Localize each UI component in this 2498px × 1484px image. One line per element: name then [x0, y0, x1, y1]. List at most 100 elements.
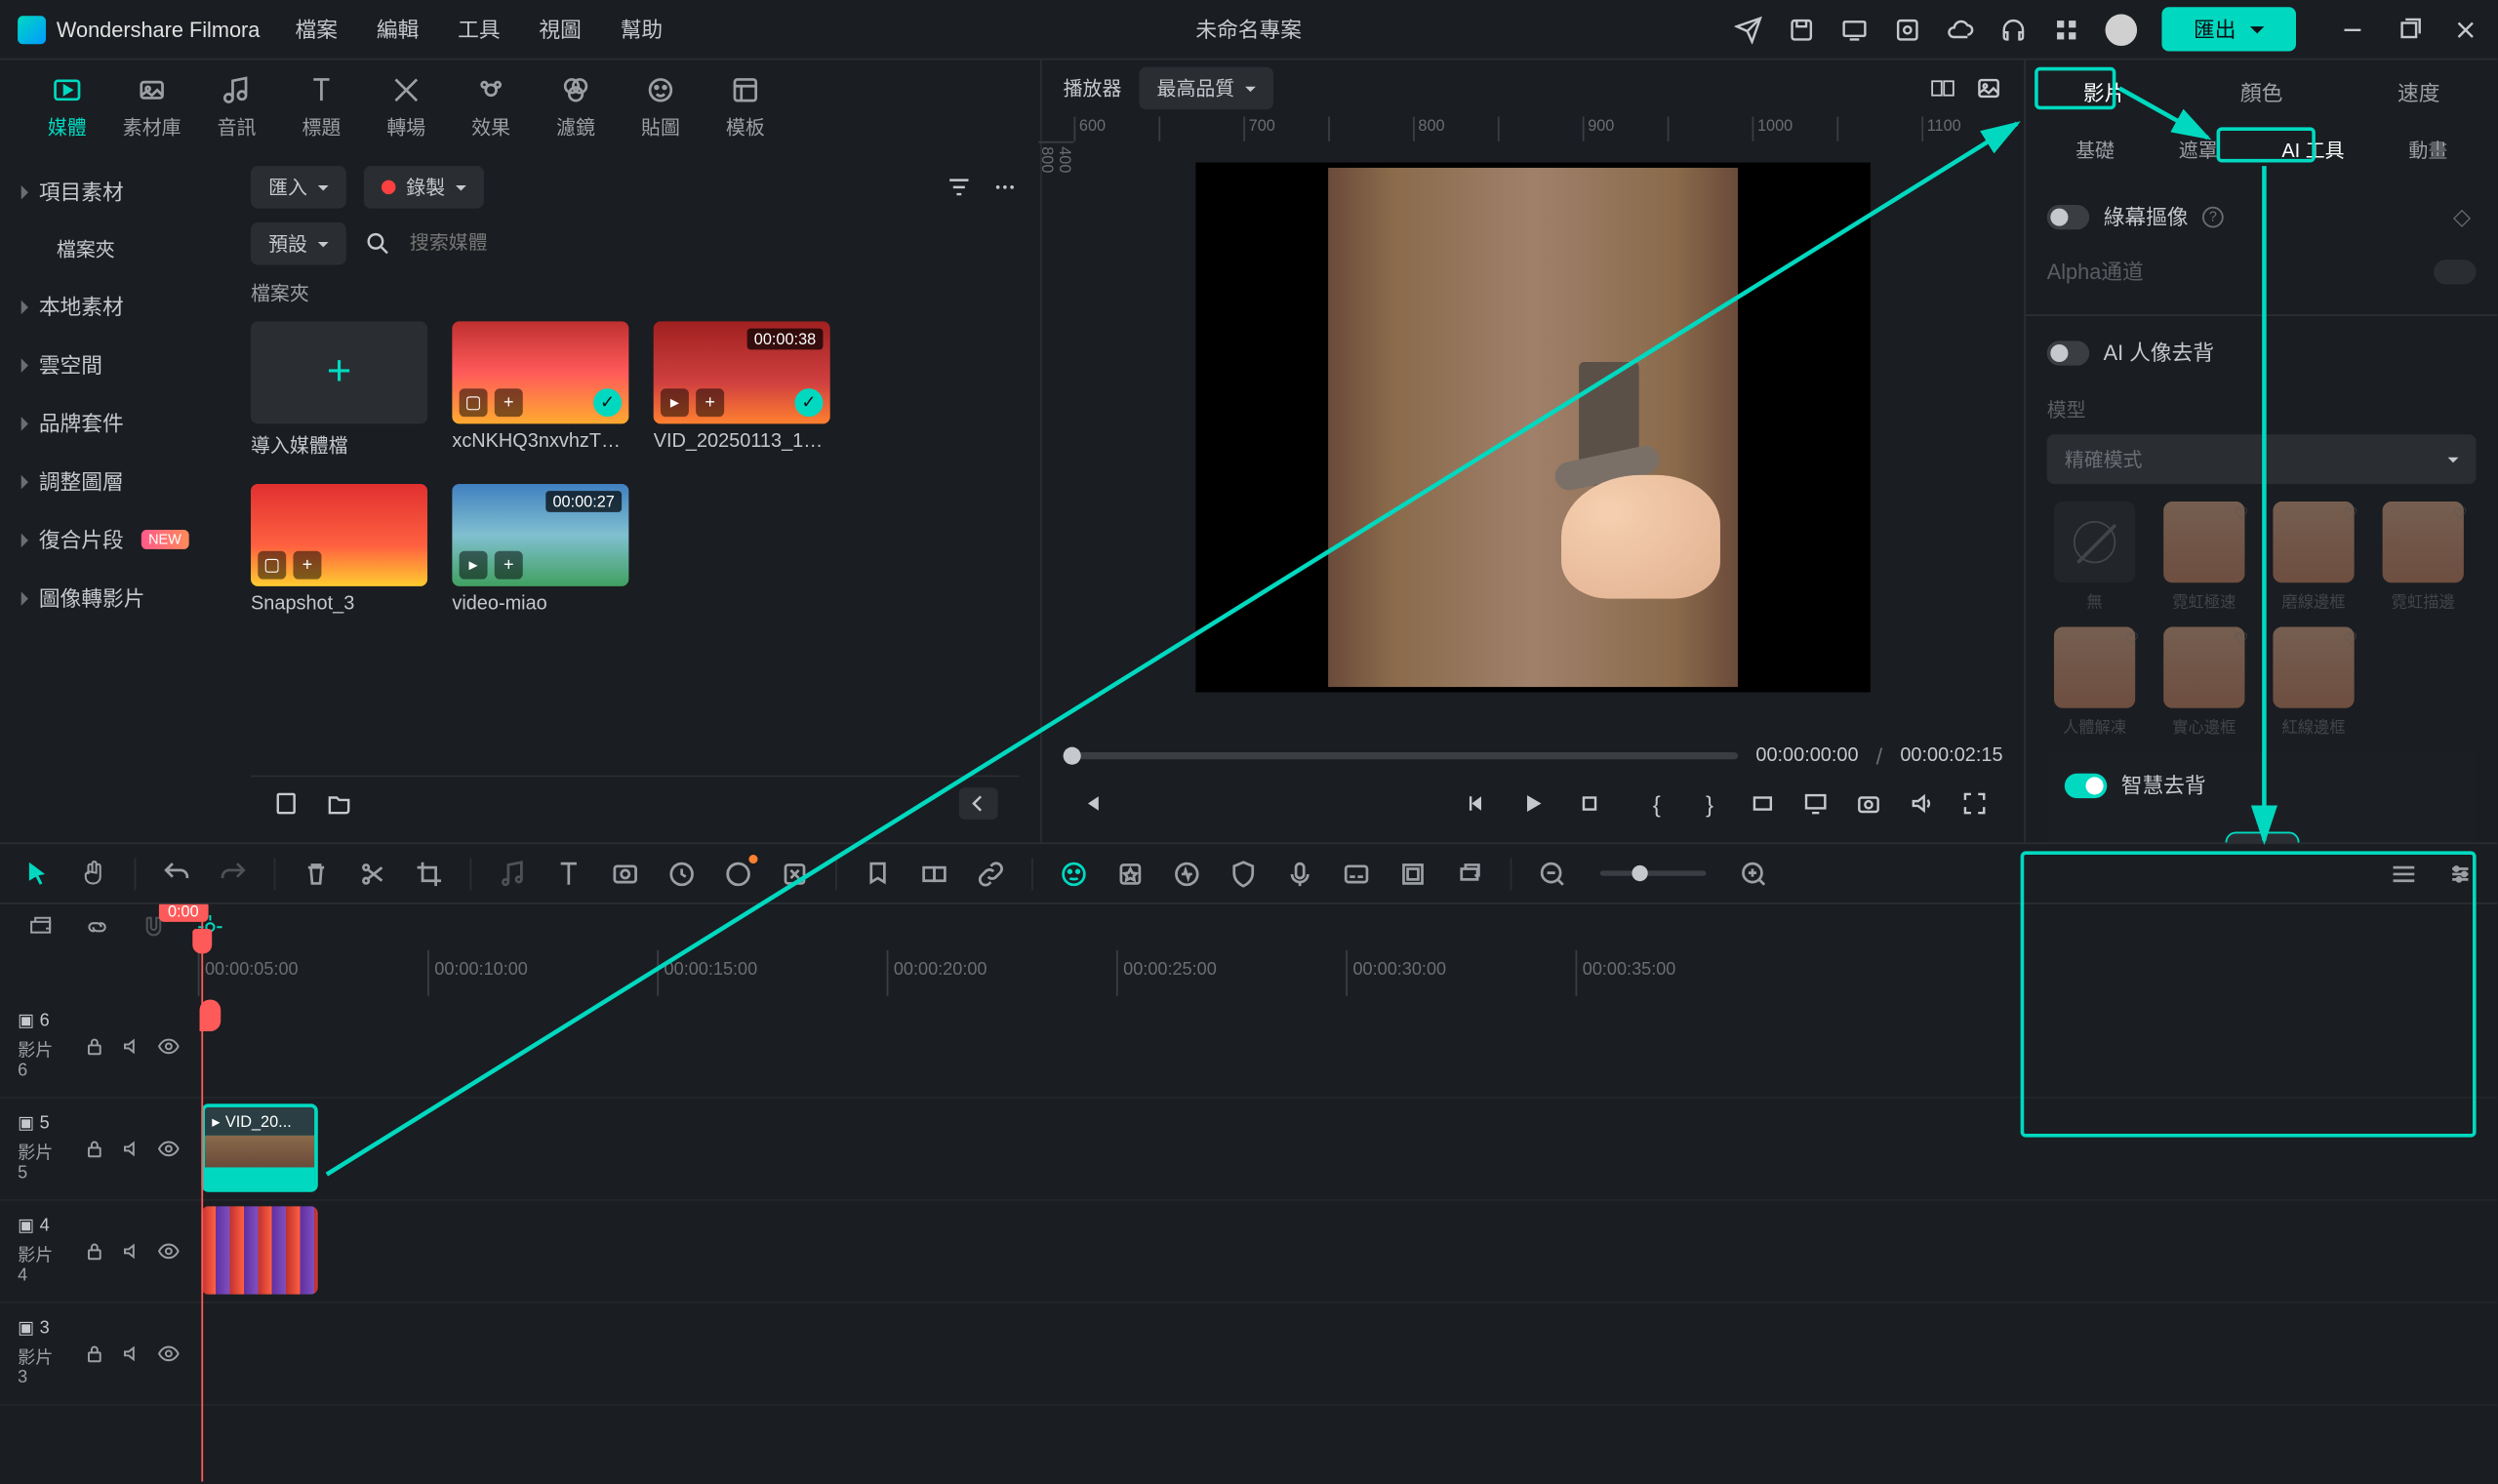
layer-icon[interactable]: [24, 911, 57, 943]
start-cutout-button[interactable]: [2225, 832, 2299, 843]
adjust-tool-icon[interactable]: [779, 858, 811, 890]
filter-icon[interactable]: [945, 173, 973, 201]
zoom-knob[interactable]: [1632, 865, 1647, 881]
sidebar-item-cloud[interactable]: 雲空間: [0, 336, 229, 394]
zoom-slider[interactable]: [1600, 870, 1707, 875]
sidebar-item-folder[interactable]: 檔案夾: [0, 221, 229, 277]
close-icon[interactable]: [2451, 15, 2479, 43]
list-view-icon[interactable]: [2388, 858, 2420, 890]
keyframe-icon[interactable]: ◇: [2448, 202, 2477, 230]
quality-dropdown[interactable]: 最高品質: [1139, 67, 1273, 109]
more-icon[interactable]: [990, 173, 1019, 201]
timeline-clip[interactable]: ▸VID_20...: [201, 1103, 317, 1192]
menu-help[interactable]: 幫助: [621, 14, 663, 44]
ai-audio-icon[interactable]: [1171, 858, 1203, 890]
color-tool-icon[interactable]: [722, 858, 754, 890]
group-tool-icon[interactable]: [918, 858, 950, 890]
green-screen-toggle[interactable]: [2047, 204, 2089, 228]
sidebar-item-adjust[interactable]: 調整圖層: [0, 452, 229, 510]
shield-icon[interactable]: [1228, 858, 1260, 890]
tab-effects[interactable]: 效果: [449, 71, 534, 140]
mic-icon[interactable]: [1284, 858, 1316, 890]
menu-file[interactable]: 檔案: [296, 14, 338, 44]
timeline-clip[interactable]: [201, 1206, 317, 1295]
eye-icon[interactable]: [157, 1035, 181, 1059]
cut-icon[interactable]: [357, 858, 389, 890]
ai-enhance-icon[interactable]: [1114, 858, 1147, 890]
settings-icon[interactable]: [2444, 858, 2477, 890]
sidebar-item-project[interactable]: 項目素材: [0, 163, 229, 221]
media-item[interactable]: 00:00:38▸+✓ VID_20250113_1624...: [654, 321, 830, 459]
brace-right-icon[interactable]: }: [1696, 789, 1724, 818]
snapshot-icon[interactable]: [1855, 789, 1883, 818]
tab-video[interactable]: 影片: [2066, 69, 2144, 113]
add-icon[interactable]: +: [293, 551, 321, 580]
headphone-icon[interactable]: [1999, 15, 2028, 43]
import-dropdown[interactable]: 匯入: [251, 166, 346, 208]
mute-icon[interactable]: [120, 1035, 143, 1059]
media-item[interactable]: ▢+✓ xcNKHQ3nxvhzTpWJ...: [452, 321, 628, 459]
speed-tool-icon[interactable]: [665, 858, 698, 890]
record-dropdown[interactable]: 錄製: [364, 166, 484, 208]
ai-face-icon[interactable]: [1058, 858, 1090, 890]
menu-edit[interactable]: 編輯: [377, 14, 419, 44]
link-tool-icon[interactable]: [975, 858, 1007, 890]
display-icon[interactable]: [1801, 789, 1830, 818]
scrub-knob[interactable]: [1064, 747, 1081, 765]
step-back-icon[interactable]: [1463, 789, 1491, 818]
brace-left-icon[interactable]: {: [1642, 789, 1671, 818]
capture-icon[interactable]: [1893, 15, 1921, 43]
sidebar-item-img2vid[interactable]: 圖像轉影片: [0, 569, 229, 627]
add-icon[interactable]: +: [495, 388, 523, 417]
tab-audio[interactable]: 音訊: [194, 71, 279, 140]
mute-icon[interactable]: [120, 1343, 143, 1366]
delete-icon[interactable]: [301, 858, 333, 890]
maximize-icon[interactable]: [2395, 15, 2423, 43]
preview-canvas[interactable]: [1195, 162, 1870, 692]
device-icon[interactable]: [1840, 15, 1869, 43]
sidebar-item-brand[interactable]: 品牌套件: [0, 394, 229, 453]
export-button[interactable]: 匯出: [2161, 7, 2296, 51]
send-icon[interactable]: [1734, 15, 1762, 43]
tab-media[interactable]: 媒體: [24, 71, 109, 140]
tab-stock[interactable]: 素材庫: [109, 71, 194, 140]
sidebar-item-compound[interactable]: 復合片段NEW: [0, 510, 229, 569]
frame-icon[interactable]: [1397, 858, 1430, 890]
tab-filters[interactable]: 濾鏡: [534, 71, 619, 140]
tab-titles[interactable]: 標題: [279, 71, 364, 140]
file-icon[interactable]: [272, 788, 301, 817]
eye-icon[interactable]: [157, 1138, 181, 1161]
lock-icon[interactable]: [83, 1138, 106, 1161]
subtab-basic[interactable]: 基礎: [2062, 131, 2129, 170]
media-item[interactable]: ▢+ Snapshot_3: [251, 484, 427, 615]
eye-icon[interactable]: [157, 1240, 181, 1263]
add-icon[interactable]: +: [495, 551, 523, 580]
menu-tools[interactable]: 工具: [458, 14, 500, 44]
ai-portrait-toggle[interactable]: [2047, 340, 2089, 364]
subtitle-icon[interactable]: [1341, 858, 1373, 890]
marker-tool-icon[interactable]: [862, 858, 894, 890]
redo-icon[interactable]: [218, 858, 250, 890]
play-icon[interactable]: [1519, 789, 1548, 818]
grid-icon[interactable]: [2052, 15, 2080, 43]
stop-icon[interactable]: [1576, 789, 1604, 818]
subtab-ai-tools[interactable]: AI 工具: [2268, 131, 2358, 170]
minimize-icon[interactable]: [2338, 15, 2366, 43]
crop-icon[interactable]: [414, 858, 446, 890]
image-icon[interactable]: [1975, 74, 2003, 102]
compare-icon[interactable]: [1929, 74, 1957, 102]
timeline-ruler[interactable]: 00:00:05:00 00:00:10:00 00:00:15:00 00:0…: [0, 950, 2497, 996]
sidebar-item-local[interactable]: 本地素材: [0, 277, 229, 336]
cloud-icon[interactable]: [1947, 15, 1975, 43]
import-media-tile[interactable]: + 導入媒體檔: [251, 321, 427, 459]
scrub-bar[interactable]: [1064, 752, 1739, 759]
tab-stickers[interactable]: 貼圖: [619, 71, 704, 140]
smart-cutout-toggle[interactable]: [2065, 773, 2107, 797]
info-icon[interactable]: ?: [2202, 206, 2224, 227]
zoom-out-icon[interactable]: [1537, 858, 1569, 890]
media-item[interactable]: 00:00:27▸+ video-miao: [452, 484, 628, 615]
zoom-in-icon[interactable]: [1738, 858, 1770, 890]
tab-templates[interactable]: 模板: [703, 71, 787, 140]
tab-transitions[interactable]: 轉場: [364, 71, 449, 140]
mute-icon[interactable]: [120, 1240, 143, 1263]
